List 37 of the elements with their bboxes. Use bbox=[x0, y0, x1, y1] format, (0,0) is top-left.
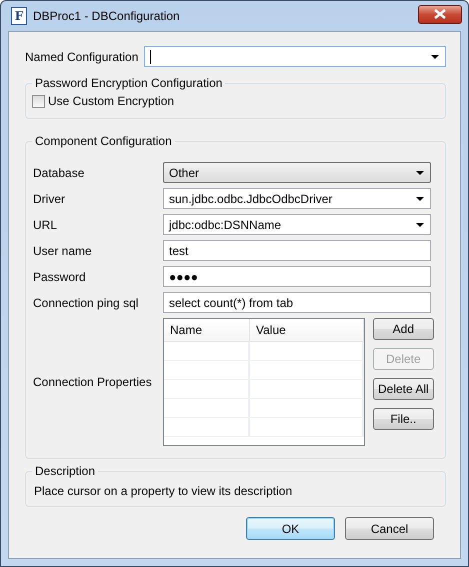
description-text: Place cursor on a property to view its description bbox=[34, 483, 294, 498]
dropdown-icon bbox=[416, 223, 424, 227]
properties-table[interactable]: Name Value bbox=[163, 318, 365, 446]
combo-field[interactable]: sun.jdbc.odbc.JdbcOdbcDriver bbox=[163, 188, 431, 209]
input-field[interactable]: select count(*) from tab bbox=[163, 292, 431, 313]
close-icon bbox=[433, 9, 447, 19]
checkbox-label: Use Custom Encryption bbox=[48, 94, 174, 108]
close-button[interactable] bbox=[418, 4, 462, 24]
column-header[interactable]: Value bbox=[250, 319, 364, 341]
combo-field[interactable]: jdbc:odbc:DSNName bbox=[163, 214, 431, 235]
field-label: Database bbox=[33, 166, 86, 180]
checkbox[interactable] bbox=[32, 94, 45, 108]
field-label: URL bbox=[33, 218, 58, 232]
app-icon: F bbox=[11, 7, 27, 25]
field-label: Password bbox=[33, 270, 87, 284]
field-label: Connection ping sql bbox=[33, 296, 140, 310]
input-field[interactable]: test bbox=[163, 240, 431, 261]
column-header[interactable]: Name bbox=[164, 319, 250, 341]
dropdown-icon bbox=[416, 197, 424, 201]
table-button[interactable]: Delete All bbox=[373, 378, 434, 400]
database-dropdown[interactable]: Other bbox=[163, 162, 431, 183]
input-field[interactable]: ●●●● bbox=[163, 266, 431, 287]
dropdown-icon bbox=[416, 171, 424, 175]
dropdown-icon bbox=[431, 55, 439, 59]
window-title: DBProc1 - DBConfiguration bbox=[33, 9, 181, 23]
table-button[interactable]: Add bbox=[373, 318, 434, 340]
dialog-button[interactable]: OK bbox=[246, 517, 335, 540]
field-label: Connection Properties bbox=[33, 375, 153, 389]
dialog-button[interactable]: Cancel bbox=[345, 517, 434, 540]
group-title: Description bbox=[32, 464, 98, 478]
table-button[interactable]: File.. bbox=[373, 408, 434, 430]
group-title: Password Encryption Configuration bbox=[32, 76, 226, 90]
field-label: User name bbox=[33, 244, 93, 258]
group-title: Component Configuration bbox=[32, 134, 175, 148]
named-configuration-field[interactable] bbox=[144, 46, 446, 67]
field-label: Driver bbox=[33, 192, 66, 206]
field-label: Named Configuration bbox=[25, 50, 138, 64]
